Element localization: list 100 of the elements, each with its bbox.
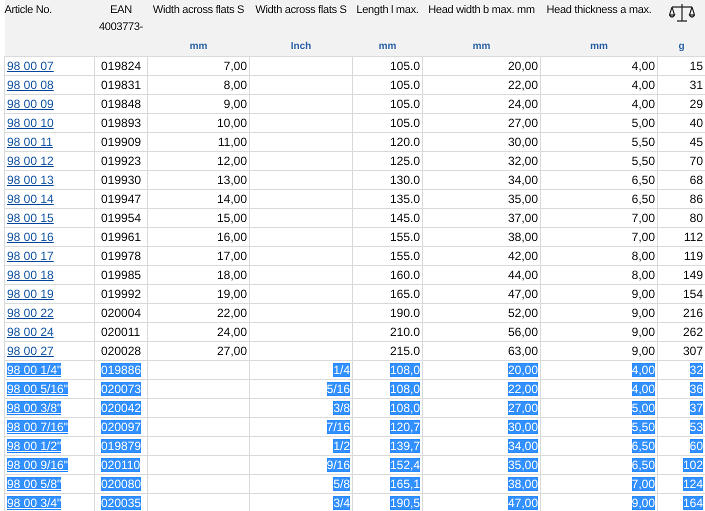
table-cell: 210.0 bbox=[390, 325, 420, 339]
column-header: Length l max. bbox=[356, 4, 419, 16]
table-cell: 16,00 bbox=[216, 230, 247, 244]
column-header: Width across flats S bbox=[255, 4, 347, 16]
article-link[interactable]: 98 00 13 bbox=[7, 173, 54, 187]
table-cell: 9,00 bbox=[632, 344, 655, 358]
table-cell: 119 bbox=[684, 249, 703, 263]
table-cell: 020011 bbox=[101, 325, 140, 339]
table-cell: 31 bbox=[690, 78, 703, 92]
table-cell: 019930 bbox=[101, 173, 142, 187]
table-cell: 56,00 bbox=[508, 325, 538, 339]
article-link[interactable]: 98 00 12 bbox=[7, 154, 54, 168]
table-cell: 30,00 bbox=[508, 135, 538, 149]
scale-icon bbox=[668, 2, 694, 24]
table-cell: 15,00 bbox=[216, 211, 247, 225]
table-cell: 27,00 bbox=[216, 344, 247, 358]
table-cell: 17,00 bbox=[216, 249, 247, 263]
table-cell: 5/16 bbox=[326, 382, 350, 396]
table-cell: 112 bbox=[684, 230, 703, 244]
article-link[interactable]: 98 00 27 bbox=[7, 344, 54, 358]
table-cell: 019954 bbox=[101, 211, 142, 225]
table-cell: 020004 bbox=[101, 306, 142, 320]
table-cell: 27,00 bbox=[508, 401, 538, 415]
table-cell: 9/16 bbox=[326, 458, 350, 472]
table-cell: 124 bbox=[682, 477, 703, 491]
table-cell: 105.0 bbox=[390, 97, 420, 111]
table-cell: 152,4 bbox=[390, 458, 420, 472]
column-header: Width across flats S bbox=[152, 4, 244, 16]
table-cell: 27,00 bbox=[508, 116, 538, 130]
table-cell: 216 bbox=[682, 306, 703, 320]
table-cell: 019947 bbox=[101, 192, 142, 206]
table-cell: 215.0 bbox=[390, 344, 420, 358]
article-link[interactable]: 98 00 22 bbox=[7, 306, 54, 320]
table-cell: 019961 bbox=[101, 230, 142, 244]
table-cell: 7,00 bbox=[224, 59, 247, 73]
table-cell: 10,00 bbox=[216, 116, 247, 130]
table-cell: 020042 bbox=[101, 401, 142, 415]
table-cell: 190.0 bbox=[390, 306, 420, 320]
table-cell: 6,50 bbox=[632, 173, 655, 187]
table-cell: 68 bbox=[690, 173, 703, 187]
table-cell: 102 bbox=[682, 458, 703, 472]
article-link[interactable]: 98 00 19 bbox=[7, 287, 54, 301]
table-cell: 40 bbox=[690, 116, 703, 130]
table-cell: 35,00 bbox=[508, 458, 538, 472]
article-link[interactable]: 98 00 24 bbox=[7, 325, 54, 339]
unit-label: Inch bbox=[290, 41, 312, 52]
table-cell: 14,00 bbox=[216, 192, 247, 206]
article-link[interactable]: 98 00 10 bbox=[7, 116, 54, 130]
table-cell: 019886 bbox=[101, 363, 142, 377]
table-cell: 154 bbox=[682, 287, 703, 301]
table-cell: 34,00 bbox=[508, 173, 538, 187]
table-cell: 38,00 bbox=[508, 230, 538, 244]
table-cell: 47,00 bbox=[508, 287, 538, 301]
table-cell: 019992 bbox=[101, 287, 142, 301]
table-cell: 6,50 bbox=[632, 458, 655, 472]
table-cell: 5,50 bbox=[632, 154, 655, 168]
table-cell: 105.0 bbox=[390, 78, 420, 92]
table-cell: 155.0 bbox=[390, 230, 420, 244]
table-cell: 7,00 bbox=[632, 211, 655, 225]
table-cell: 29 bbox=[690, 97, 703, 111]
table-cell: 019893 bbox=[101, 116, 142, 130]
table-cell: 8,00 bbox=[632, 268, 655, 282]
article-link[interactable]: 98 00 11 bbox=[7, 135, 53, 149]
table-cell: 020028 bbox=[101, 344, 142, 358]
article-link[interactable]: 98 00 17 bbox=[7, 249, 54, 263]
article-link[interactable]: 98 00 07 bbox=[7, 59, 54, 73]
table-cell: 165.0 bbox=[390, 287, 420, 301]
table-cell: 52,00 bbox=[508, 306, 538, 320]
table-cell: 6,50 bbox=[632, 192, 655, 206]
table-cell: 18,00 bbox=[216, 268, 247, 282]
article-link[interactable]: 98 00 15 bbox=[7, 211, 54, 225]
table-cell: 24,00 bbox=[508, 97, 538, 111]
table-cell: 165,1 bbox=[390, 477, 420, 491]
table-cell: 130.0 bbox=[390, 173, 420, 187]
table-cell: 6,50 bbox=[632, 439, 655, 453]
table-cell: 019923 bbox=[101, 154, 142, 168]
table-cell: 160.0 bbox=[390, 268, 420, 282]
table-cell: 60 bbox=[690, 439, 703, 453]
table-cell: 105.0 bbox=[390, 116, 420, 130]
article-link[interactable]: 98 00 08 bbox=[7, 78, 54, 92]
table-cell: 53 bbox=[690, 420, 703, 434]
unit-label: g bbox=[678, 41, 685, 52]
unit-label: mm bbox=[472, 41, 490, 52]
table-cell: 5,50 bbox=[632, 420, 655, 434]
table-cell: 9,00 bbox=[632, 287, 655, 301]
column-header: Article No. bbox=[4, 4, 52, 16]
table-cell: 019848 bbox=[101, 97, 142, 111]
table-cell: 44,00 bbox=[508, 268, 538, 282]
article-link[interactable]: 98 00 18 bbox=[7, 268, 54, 282]
table-cell: 3/4 bbox=[333, 496, 350, 510]
table-cell: 24,00 bbox=[216, 325, 247, 339]
table-cell: 30,00 bbox=[508, 420, 538, 434]
table-cell: 135.0 bbox=[390, 192, 420, 206]
article-link[interactable]: 98 00 09 bbox=[7, 97, 54, 111]
article-link[interactable]: 98 00 16 bbox=[7, 230, 54, 244]
article-link[interactable]: 98 00 14 bbox=[7, 192, 54, 206]
table-cell: 5/8 bbox=[333, 477, 350, 491]
table-cell: 42,00 bbox=[508, 249, 538, 263]
table-cell: 4,00 bbox=[632, 97, 655, 111]
table-cell: 70 bbox=[690, 154, 703, 168]
